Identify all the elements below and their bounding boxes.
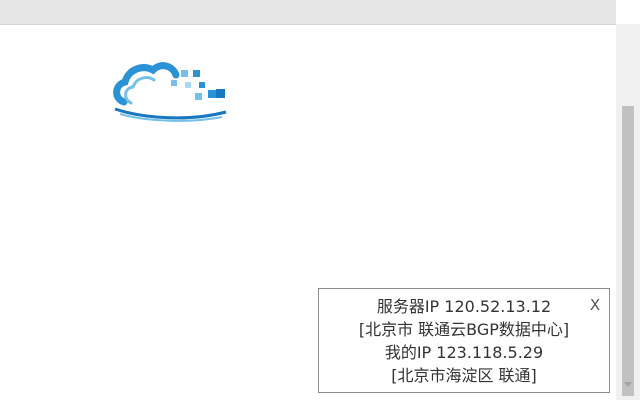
page: X 服务器IP 120.52.13.12 [北京市 联通云BGP数据中心] 我的… [0,0,640,400]
scrollbar-thumb[interactable] [622,106,634,396]
vertical-scrollbar[interactable] [616,24,640,400]
top-bar [0,0,616,25]
close-button[interactable]: X [588,296,602,314]
top-corner [616,0,640,24]
my-ip-text: 我的IP 123.118.5.29 [384,343,544,362]
server-location-text: [北京市 联通云BGP数据中心] [358,320,570,339]
server-ip-text: 服务器IP 120.52.13.12 [376,297,552,316]
ip-info-popup: X 服务器IP 120.52.13.12 [北京市 联通云BGP数据中心] 我的… [318,288,610,393]
my-location-text: [北京市海淀区 联通] [391,366,537,385]
cloud-data-logo-icon [112,60,230,124]
